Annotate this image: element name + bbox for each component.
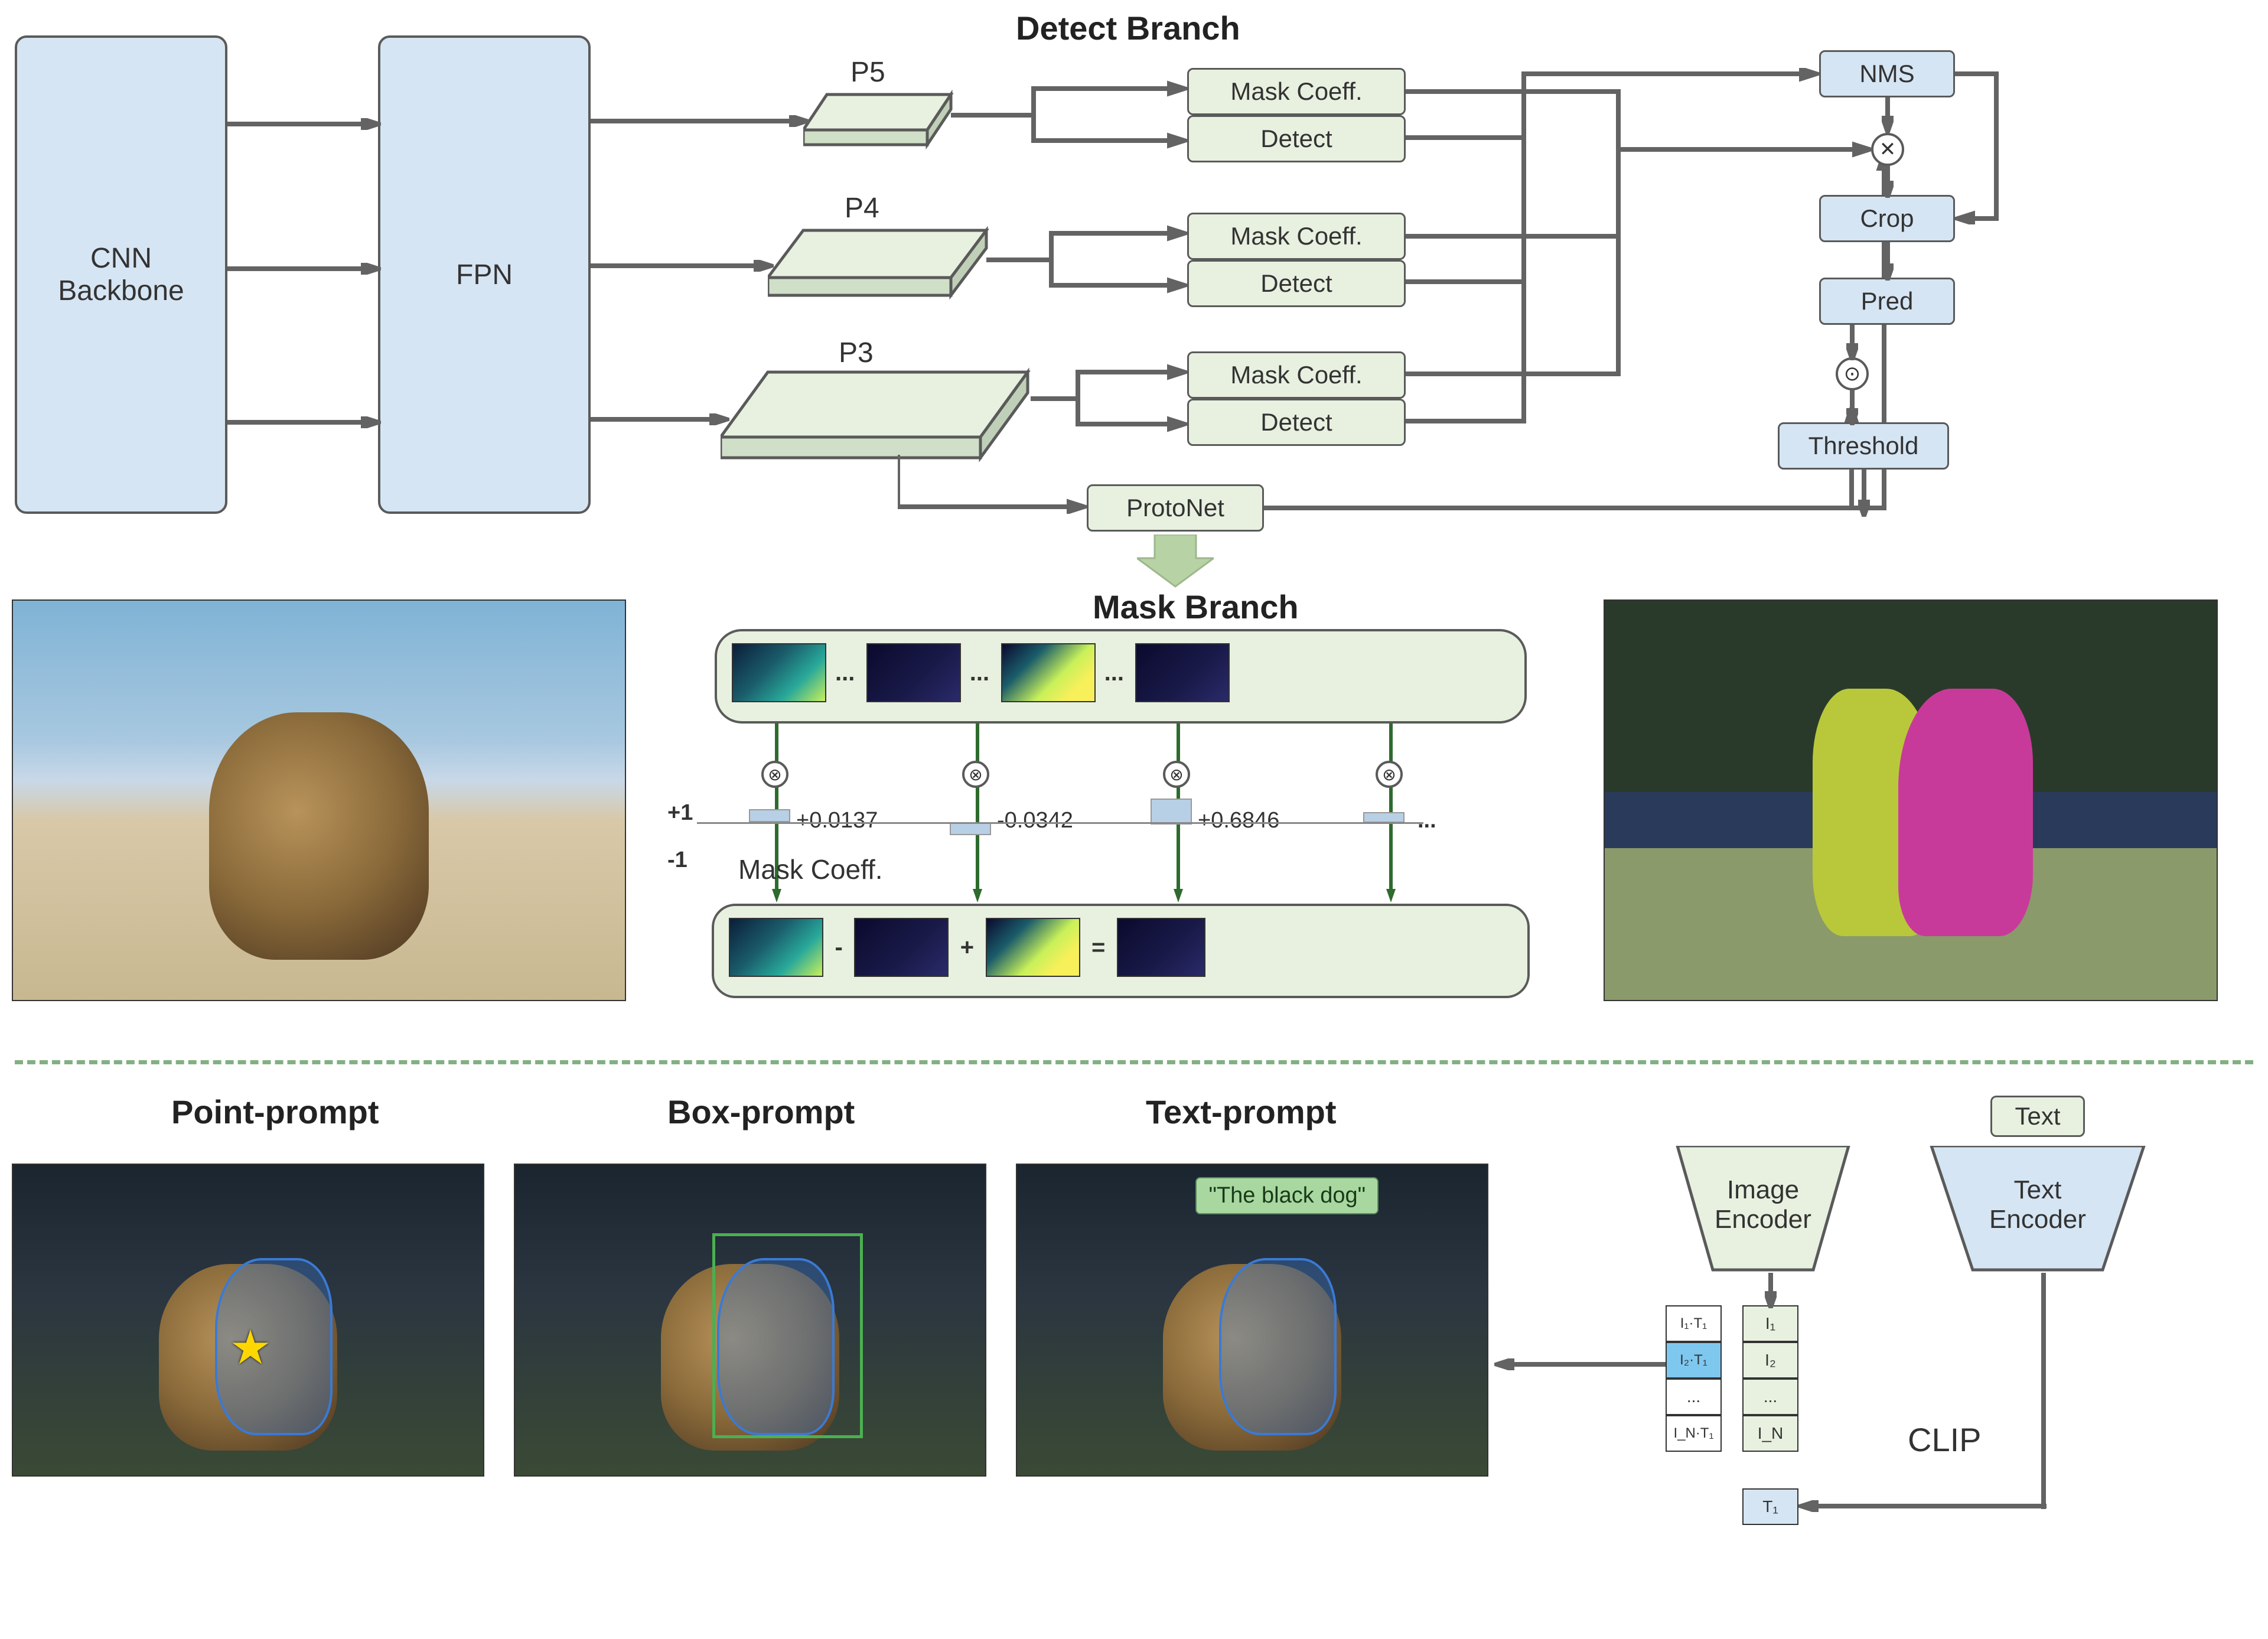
section-divider [15, 1060, 2253, 1064]
zero-line [697, 822, 1423, 824]
coeff-3: ... [1418, 808, 1436, 833]
coeff-bar [950, 822, 991, 835]
coeff-bar [1151, 799, 1192, 825]
p4-label: P4 [845, 192, 879, 224]
mult-icon: ⊗ [761, 761, 788, 788]
box-prompt-title: Box-prompt [667, 1093, 855, 1131]
p3-label: P3 [839, 337, 874, 369]
protonet-arrow [1137, 535, 1214, 591]
p5-label: P5 [850, 56, 885, 89]
protonet-block: ProtoNet [1087, 484, 1264, 532]
star-icon: ★ [229, 1320, 272, 1375]
mult-icon: ⊗ [1376, 761, 1403, 788]
prototype-row: ... ... ... [715, 629, 1527, 724]
text-input: Text [1990, 1096, 2085, 1137]
coeff-bar [1363, 812, 1405, 823]
text-prompt-image: "The black dog" [1016, 1164, 1488, 1477]
cnn-backbone-block: CNN Backbone [15, 35, 227, 514]
clip-label: CLIP [1908, 1420, 1982, 1459]
prompt-box [712, 1233, 863, 1438]
coeff-bar [749, 809, 790, 822]
input-image [12, 599, 626, 1001]
mask-branch-title: Mask Branch [1093, 588, 1299, 626]
segmentation-output [1604, 599, 2218, 1001]
text-prompt-label: "The black dog" [1195, 1177, 1379, 1214]
mult-icon: ⊗ [1163, 761, 1190, 788]
mult-icon: ⊗ [962, 761, 989, 788]
mask-coeff-p5: Mask Coeff. [1187, 68, 1406, 115]
coeff-2: +0.6846 [1198, 808, 1279, 833]
p4-slab [768, 224, 992, 313]
coeff-1: -0.0342 [997, 808, 1073, 833]
mask-coeff-label: Mask Coeff. [738, 853, 883, 885]
axis-pos: +1 [667, 800, 693, 826]
detect-branch-title: Detect Branch [1016, 9, 1240, 47]
text-feat: T₁ [1742, 1488, 1798, 1525]
image-feat-column: I₁ I₂ ... I_N [1742, 1305, 1798, 1452]
text-encoder: Text Encoder [1920, 1146, 2156, 1279]
image-encoder: Image Encoder [1666, 1146, 1860, 1279]
axis-neg: -1 [667, 848, 687, 873]
coeff-0: +0.0137 [796, 808, 878, 833]
box-prompt-image [514, 1164, 986, 1477]
point-prompt-image: ★ [12, 1164, 484, 1477]
combination-row: - + = [712, 904, 1530, 998]
fpn-block: FPN [378, 35, 591, 514]
p5-slab [803, 89, 957, 159]
similarity-column: I₁·T₁ I₂·T₁ ... I_N·T₁ [1666, 1305, 1722, 1452]
point-prompt-title: Point-prompt [171, 1093, 379, 1131]
text-prompt-title: Text-prompt [1146, 1093, 1337, 1131]
multiply-op: ✕ [1871, 133, 1904, 166]
